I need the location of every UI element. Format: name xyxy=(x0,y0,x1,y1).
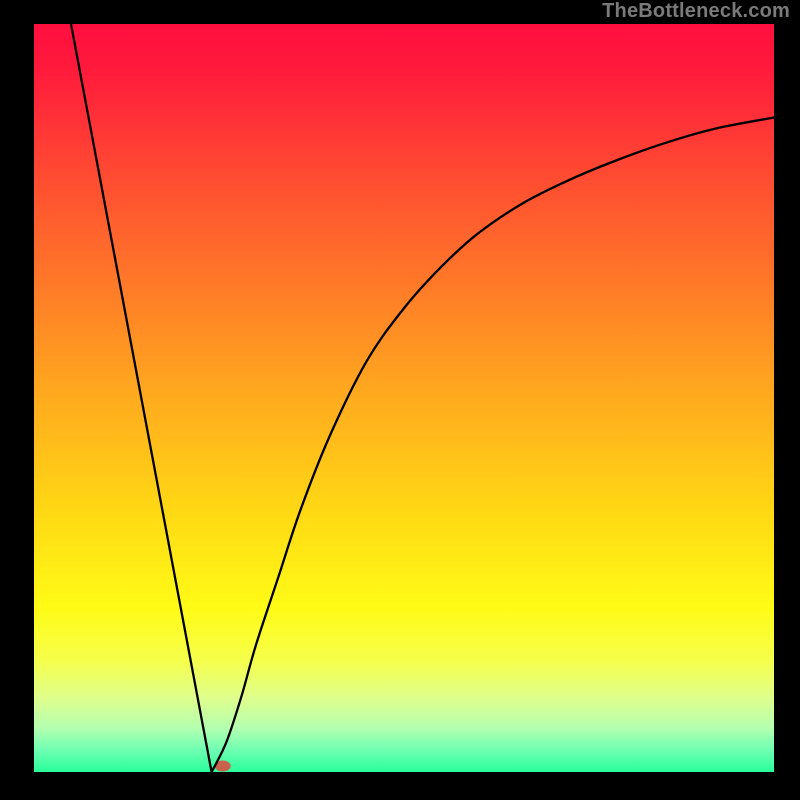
watermark-text: TheBottleneck.com xyxy=(602,0,790,23)
bottleneck-chart xyxy=(0,0,800,800)
chart-frame: TheBottleneck.com xyxy=(0,0,800,800)
plot-background xyxy=(34,24,774,772)
